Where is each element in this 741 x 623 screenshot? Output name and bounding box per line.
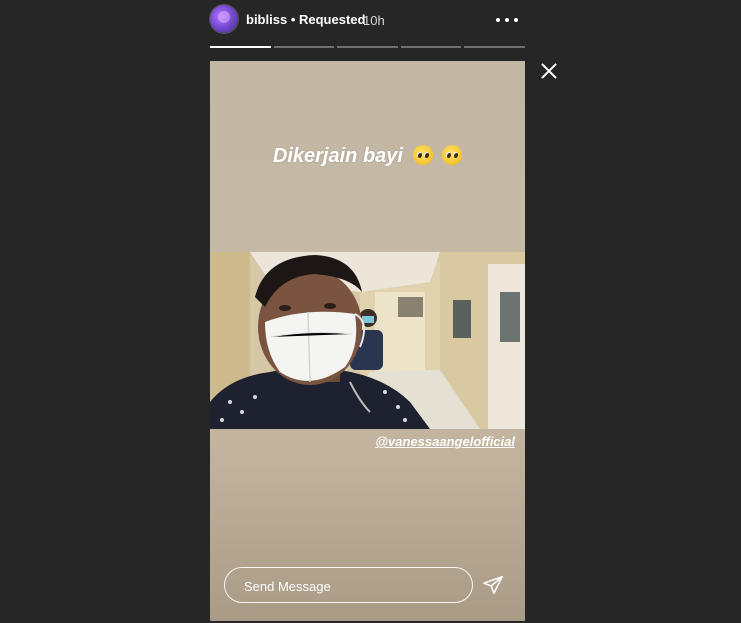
story-card[interactable]: Dikerjain bayi @vanessaangelofficial Sen… xyxy=(210,61,525,621)
story-photo xyxy=(210,252,525,429)
progress-segment xyxy=(273,46,335,48)
progress-segment xyxy=(400,46,462,48)
progress-segment xyxy=(337,46,398,48)
progress-segment xyxy=(210,46,271,48)
story-progress xyxy=(210,46,525,48)
progress-fill xyxy=(210,46,271,48)
username[interactable]: bibliss xyxy=(246,12,287,27)
follow-status: Requested xyxy=(299,12,366,27)
send-message-placeholder: Send Message xyxy=(244,579,331,594)
more-options-icon[interactable] xyxy=(496,18,518,22)
mention-tag[interactable]: @vanessaangelofficial xyxy=(375,434,515,449)
story-caption: Dikerjain bayi xyxy=(210,145,525,168)
pleading-face-emoji-icon xyxy=(412,145,433,165)
send-message-input[interactable]: Send Message xyxy=(224,567,473,603)
close-icon[interactable] xyxy=(540,62,558,80)
post-time: 10h xyxy=(363,13,385,28)
pleading-face-emoji-icon xyxy=(442,145,463,165)
progress-segment xyxy=(464,46,525,48)
story-viewer: bibliss • Requested 10h Dikerjain bayi @… xyxy=(0,0,741,623)
send-icon[interactable] xyxy=(482,574,504,596)
username-label[interactable]: bibliss • Requested xyxy=(246,12,365,27)
caption-text: Dikerjain bayi xyxy=(272,145,403,167)
separator-dot: • xyxy=(290,12,296,27)
story-header: bibliss • Requested 10h xyxy=(210,4,525,36)
avatar[interactable] xyxy=(210,5,238,33)
